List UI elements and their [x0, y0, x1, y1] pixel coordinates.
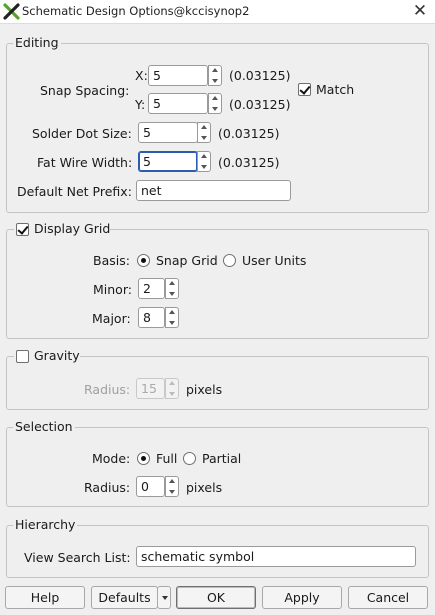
gravity-radius-stepper — [165, 378, 179, 399]
mode-full-radio[interactable] — [137, 452, 150, 465]
selection-radius-units: pixels — [186, 480, 223, 495]
major-label: Major: — [92, 311, 131, 326]
title-bar: Schematic Design Options@kccisynop2 ✕ — [0, 0, 435, 24]
snap-x-label: X: — [135, 68, 148, 83]
match-checkbox[interactable] — [298, 83, 311, 96]
selection-radius-input[interactable] — [136, 476, 165, 497]
display-grid-group — [6, 229, 429, 339]
basis-user-units-radio[interactable] — [223, 254, 236, 267]
display-grid-checkbox[interactable] — [16, 223, 29, 236]
basis-user-units-label: User Units — [242, 253, 307, 268]
selection-radius-label: Radius: — [84, 480, 131, 495]
view-search-label: View Search List: — [24, 550, 131, 565]
fat-wire-input[interactable] — [138, 151, 198, 172]
snap-x-input[interactable] — [148, 65, 208, 86]
window-title: Schematic Design Options@kccisynop2 — [22, 4, 250, 18]
selection-radius-down-icon[interactable] — [166, 487, 178, 496]
gravity-radius-label: Radius: — [84, 382, 131, 397]
snap-spacing-label: Snap Spacing: — [40, 83, 130, 98]
major-stepper[interactable] — [165, 307, 179, 328]
solder-dot-units: (0.03125) — [218, 126, 280, 141]
fat-wire-label: Fat Wire Width: — [37, 155, 133, 170]
ok-button[interactable]: OK — [176, 586, 256, 609]
solder-dot-input[interactable] — [138, 122, 198, 143]
major-input[interactable] — [138, 307, 165, 328]
net-prefix-input[interactable] — [136, 180, 291, 201]
view-search-input[interactable] — [136, 546, 416, 567]
snap-y-label: Y: — [135, 97, 146, 112]
snap-y-stepper[interactable] — [208, 93, 222, 114]
gravity-title: Gravity — [34, 348, 80, 363]
selection-group — [6, 427, 429, 507]
basis-snap-grid-label: Snap Grid — [156, 253, 218, 268]
match-label: Match — [316, 82, 355, 97]
mode-full-label: Full — [156, 451, 178, 466]
mode-partial-label: Partial — [202, 451, 242, 466]
snap-x-up-icon[interactable] — [209, 66, 221, 75]
basis-snap-grid-radio[interactable] — [137, 254, 150, 267]
display-grid-legend: Display Grid — [14, 221, 110, 239]
gravity-legend: Gravity — [14, 348, 80, 366]
gravity-radius-units: pixels — [186, 382, 223, 397]
gravity-up-icon — [166, 379, 178, 388]
gravity-down-icon — [166, 389, 178, 398]
fat-wire-stepper[interactable] — [197, 151, 211, 172]
defaults-dropdown-button[interactable] — [157, 586, 171, 609]
snap-y-up-icon[interactable] — [209, 94, 221, 103]
chevron-down-icon — [162, 596, 168, 600]
selection-radius-up-icon[interactable] — [166, 477, 178, 486]
mode-partial-radio[interactable] — [183, 452, 196, 465]
solder-dot-stepper[interactable] — [197, 122, 211, 143]
cancel-button[interactable]: Cancel — [348, 586, 428, 609]
minor-stepper[interactable] — [165, 278, 179, 299]
hierarchy-legend: Hierarchy — [13, 517, 78, 532]
snap-y-units: (0.03125) — [229, 97, 291, 112]
major-up-icon[interactable] — [166, 308, 178, 317]
display-grid-title: Display Grid — [34, 221, 111, 236]
basis-label: Basis: — [93, 253, 130, 268]
net-prefix-label: Default Net Prefix: — [17, 184, 132, 199]
major-down-icon[interactable] — [166, 318, 178, 327]
editing-legend: Editing — [13, 35, 61, 50]
apply-button[interactable]: Apply — [262, 586, 342, 609]
gravity-checkbox[interactable] — [16, 350, 29, 363]
mode-label: Mode: — [92, 451, 131, 466]
selection-radius-stepper[interactable] — [165, 476, 179, 497]
fat-wire-down-icon[interactable] — [198, 162, 210, 171]
solder-dot-label: Solder Dot Size: — [32, 126, 132, 141]
fat-wire-units: (0.03125) — [218, 155, 280, 170]
snap-y-input[interactable] — [148, 93, 208, 114]
snap-x-stepper[interactable] — [208, 65, 222, 86]
solder-dot-up-icon[interactable] — [198, 123, 210, 132]
snap-x-units: (0.03125) — [229, 68, 291, 83]
minor-input[interactable] — [138, 278, 165, 299]
minor-down-icon[interactable] — [166, 289, 178, 298]
app-logo-icon — [3, 3, 20, 20]
defaults-button[interactable]: Defaults — [91, 586, 158, 609]
help-button[interactable]: Help — [5, 586, 85, 609]
gravity-radius-input — [136, 378, 165, 399]
snap-y-down-icon[interactable] — [209, 104, 221, 113]
fat-wire-up-icon[interactable] — [198, 152, 210, 161]
minor-up-icon[interactable] — [166, 279, 178, 288]
close-icon[interactable]: ✕ — [410, 1, 430, 21]
selection-legend: Selection — [13, 419, 75, 434]
solder-dot-down-icon[interactable] — [198, 133, 210, 142]
snap-x-down-icon[interactable] — [209, 76, 221, 85]
minor-label: Minor: — [93, 282, 132, 297]
